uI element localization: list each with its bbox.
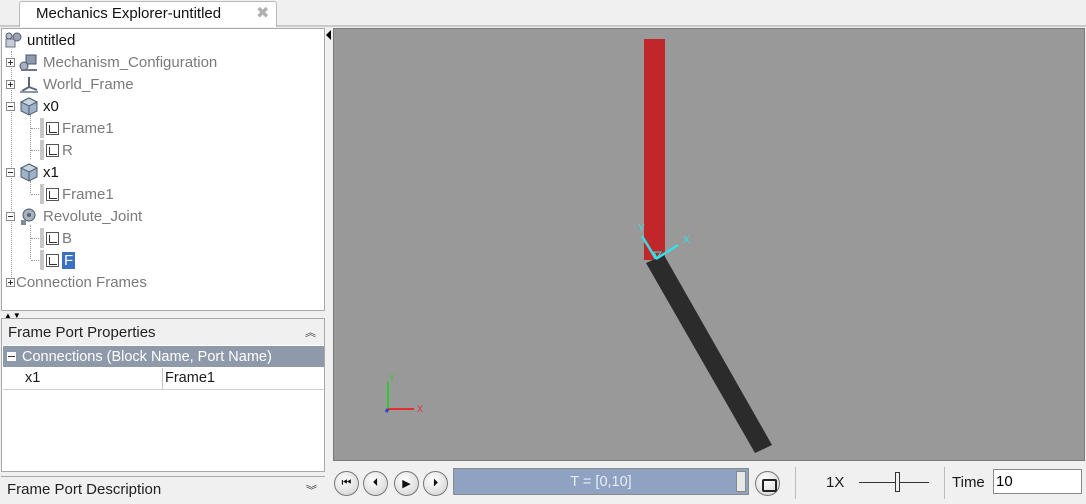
frame-port-icon — [46, 187, 59, 201]
expand-icon[interactable] — [6, 57, 15, 67]
properties-title: Frame Port Properties — [8, 323, 156, 341]
loop-button[interactable] — [755, 471, 780, 496]
tree-item-revolute-b[interactable]: B — [40, 227, 72, 249]
speed-slider-thumb[interactable] — [895, 472, 900, 492]
collapse-icon[interactable] — [6, 211, 15, 221]
speed-label: 1X — [826, 474, 845, 491]
frame-port-description-panel[interactable]: Frame Port Description ︾ — [1, 476, 325, 502]
tab-bar: Mechanics Explorer-untitled ✖ — [0, 0, 1086, 27]
tree-item-label: B — [62, 229, 73, 247]
world-axis-triad: Y X — [384, 373, 423, 414]
tree-item-label: Mechanism_Configuration — [43, 53, 218, 71]
solid-icon — [19, 163, 39, 182]
block-name-cell: x1 — [3, 368, 163, 389]
tree-item-world-frame[interactable]: World_Frame — [6, 73, 134, 95]
tree-item-mechanism-configuration[interactable]: Mechanism_Configuration — [6, 51, 217, 73]
timeline-label: T = [0,10] — [570, 473, 632, 490]
timeline-slider[interactable]: T = [0,10] — [453, 468, 749, 495]
tree-item-label: Revolute_Joint — [43, 207, 143, 225]
tree-item-label: R — [62, 141, 73, 159]
tree-item-revolute-joint[interactable]: Revolute_Joint — [6, 205, 142, 227]
joint-y-axis-label: Y — [638, 223, 645, 234]
properties-header[interactable]: Frame Port Properties ︽ — [2, 319, 324, 345]
skip-back-icon: ⏮ — [341, 477, 352, 489]
black-link-body[interactable] — [646, 255, 772, 453]
expand-icon[interactable] — [6, 79, 15, 89]
world-y-axis-label: Y — [389, 373, 395, 383]
playback-controls: ⏮ ⏴ ▶ ⏵ T = [0,10] 1X Time — [333, 463, 1086, 503]
mechanism-config-icon — [19, 54, 37, 71]
step-forward-button[interactable]: ⏵ — [423, 471, 448, 496]
frame-port-icon — [46, 143, 59, 157]
tree-item-label: x0 — [43, 97, 59, 115]
solid-icon — [19, 97, 39, 116]
table-row[interactable]: x1 Frame1 — [3, 368, 324, 390]
red-link-body[interactable] — [644, 39, 665, 260]
collapse-left-icon[interactable] — [326, 30, 331, 40]
connections-group-label: Connections (Block Name, Port Name) — [22, 348, 272, 365]
step-forward-icon: ⏵ — [432, 477, 439, 489]
timeline-handle[interactable] — [736, 471, 746, 492]
frame-port-properties-panel: Frame Port Properties ︽ Connections (Blo… — [1, 318, 325, 472]
tree-item-label: Frame1 — [62, 185, 114, 203]
tab-title: Mechanics Explorer-untitled — [36, 5, 222, 22]
tree-item-label: World_Frame — [43, 75, 134, 93]
play-button[interactable]: ▶ — [394, 471, 419, 496]
tree-guide — [30, 115, 31, 159]
collapse-icon[interactable] — [7, 352, 16, 361]
frame-port-icon — [46, 231, 59, 245]
tree-item-x1[interactable]: x1 — [6, 161, 59, 183]
joint-x-axis-label: X — [683, 235, 690, 246]
tree-item-x0-frame1[interactable]: Frame1 — [40, 117, 114, 139]
divider — [944, 467, 945, 499]
tree-item-label: untitled — [27, 31, 76, 49]
close-icon[interactable]: ✖ — [256, 5, 269, 23]
expand-icon[interactable] — [6, 277, 15, 287]
tree-guide — [30, 225, 31, 259]
skip-to-start-button[interactable]: ⏮ — [334, 471, 359, 496]
frame-port-icon — [46, 121, 59, 135]
play-icon: ▶ — [402, 478, 411, 490]
chevron-down-icon[interactable]: ︾ — [306, 482, 317, 498]
tree-item-label: Connection Frames — [16, 273, 147, 291]
collapse-icon[interactable] — [6, 167, 15, 177]
step-back-icon: ⏴ — [372, 477, 379, 489]
time-label: Time — [952, 474, 985, 491]
tab-mechanics-explorer[interactable]: Mechanics Explorer-untitled ✖ — [19, 1, 277, 27]
model-tree: untitled Mechanism_Configuration World_F… — [1, 28, 325, 311]
tree-item-label: Frame1 — [62, 119, 114, 137]
tree-item-x1-frame1[interactable]: Frame1 — [40, 183, 114, 205]
tree-item-label: x1 — [43, 163, 59, 181]
port-name-cell: Frame1 — [165, 370, 215, 386]
world-frame-icon — [20, 77, 38, 93]
speed-slider-track[interactable] — [859, 482, 929, 483]
mechanics-viewport[interactable]: Y X Y X — [333, 28, 1085, 461]
description-title: Frame Port Description — [7, 481, 162, 498]
time-input[interactable] — [993, 469, 1082, 494]
model-icon — [5, 32, 22, 48]
revolute-joint-icon — [21, 208, 36, 225]
divider — [795, 467, 796, 499]
tree-item-untitled[interactable]: untitled — [4, 29, 75, 51]
tree-item-label-selected: F — [62, 251, 76, 269]
tree-item-revolute-f[interactable]: F — [40, 249, 76, 271]
tree-item-x0[interactable]: x0 — [6, 95, 59, 117]
step-back-button[interactable]: ⏴ — [363, 471, 388, 496]
world-x-axis-label: X — [417, 404, 423, 414]
collapse-icon[interactable] — [6, 101, 15, 111]
tree-item-x0-r[interactable]: R — [40, 139, 73, 161]
connections-group-row[interactable]: Connections (Block Name, Port Name) — [3, 346, 324, 367]
frame-port-icon — [46, 253, 59, 267]
chevron-up-icon[interactable]: ︽ — [305, 324, 316, 340]
tree-item-connection-frames[interactable]: Connection Frames — [6, 271, 147, 293]
scene-canvas: Y X Y X — [384, 39, 772, 453]
